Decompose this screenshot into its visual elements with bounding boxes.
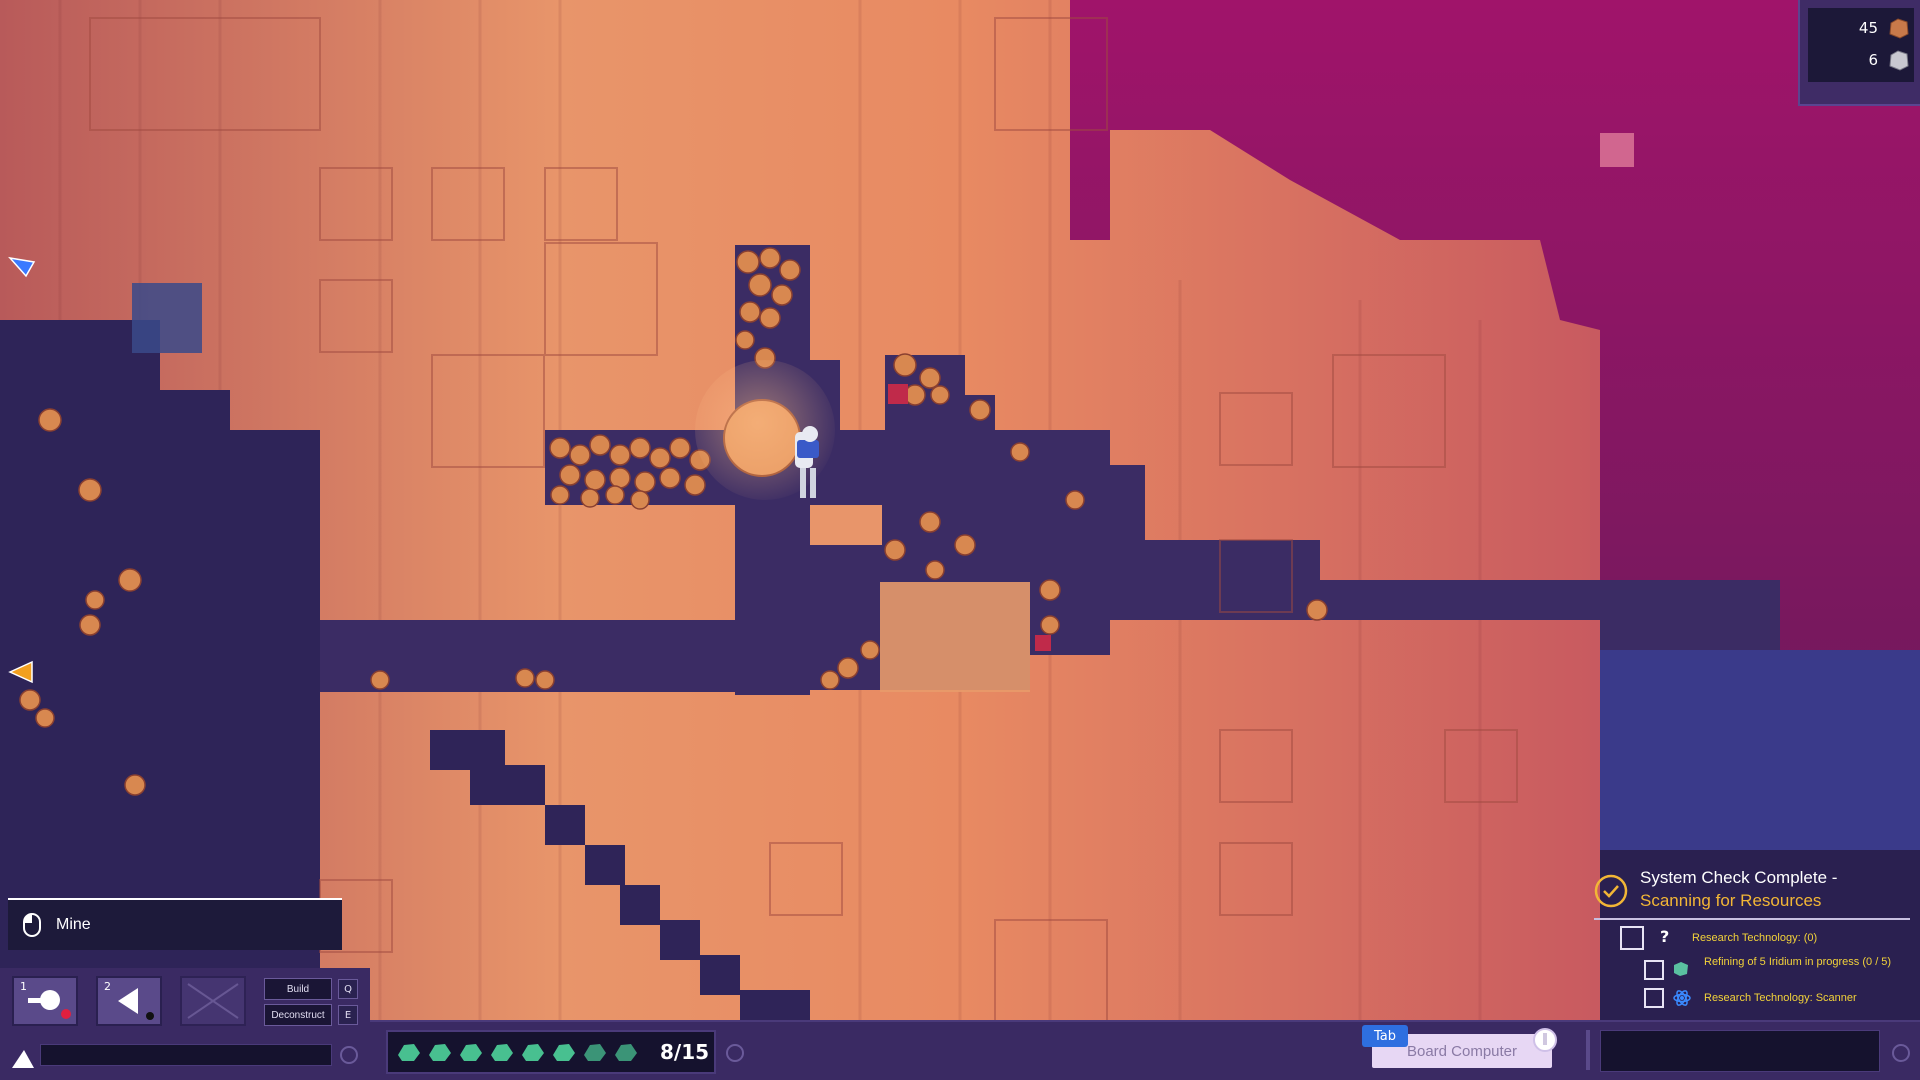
action-hint-label: Mine xyxy=(56,916,91,933)
resource-count: 6 xyxy=(1868,51,1878,69)
check-circle-icon xyxy=(1594,874,1628,908)
objective-divider xyxy=(1594,918,1910,920)
health-gem-icon xyxy=(491,1044,513,1061)
health-gem-icon xyxy=(615,1044,637,1061)
health-knob-icon xyxy=(726,1044,744,1062)
question-icon: ? xyxy=(1660,927,1670,946)
status-slot xyxy=(1600,1030,1880,1072)
toolbar-slot-empty[interactable] xyxy=(180,976,246,1026)
objective-item-text: Research Technology: (0) xyxy=(1692,932,1818,944)
objective-checkbox[interactable] xyxy=(1644,988,1664,1008)
action-hint-panel: Mine xyxy=(8,898,342,950)
atom-icon xyxy=(1673,990,1691,1006)
health-gem-icon xyxy=(429,1044,451,1061)
game-viewport[interactable]: 45 6 Mine 1 2 Build Q Deconstruct E 8/15… xyxy=(0,0,1920,1080)
health-gem-icon xyxy=(584,1044,606,1061)
health-gem-icon xyxy=(460,1044,482,1061)
energy-bar xyxy=(40,1044,332,1066)
deconstruct-key: E xyxy=(338,1005,358,1025)
objective-item-text: Refining of 5 Iridium in progress (0 / 5… xyxy=(1704,956,1892,968)
objective-checkbox[interactable] xyxy=(1620,926,1644,950)
empty-slot-icon xyxy=(187,983,239,1019)
resource-iron-row: 6 xyxy=(1808,46,1914,74)
status-knob-icon[interactable] xyxy=(1892,1044,1910,1062)
resource-counter-panel: 45 6 xyxy=(1798,0,1920,106)
sparkle-resource[interactable] xyxy=(1600,133,1634,167)
objective-title: System Check Complete - xyxy=(1640,868,1838,887)
slot-number: 1 xyxy=(20,980,27,993)
info-icon[interactable] xyxy=(1532,1027,1558,1053)
health-gem-icon xyxy=(398,1044,420,1061)
slot-number: 2 xyxy=(104,980,111,993)
toolbar-slot-drill[interactable]: 1 xyxy=(12,976,78,1026)
toolbar-slot-scanner[interactable]: 2 xyxy=(96,976,162,1026)
resource-count: 45 xyxy=(1858,19,1878,37)
health-bar: 8/15 xyxy=(386,1030,716,1074)
jetpack-icon xyxy=(12,1050,34,1068)
build-button[interactable]: Build xyxy=(264,978,332,1000)
health-gem-icon xyxy=(522,1044,544,1061)
copper-ore-icon xyxy=(1889,18,1909,39)
build-key: Q xyxy=(338,979,358,999)
objective-subtitle: Scanning for Resources xyxy=(1640,891,1822,910)
tab-key-badge: Tab xyxy=(1362,1025,1408,1047)
objectives-panel: System Check Complete - Scanning for Res… xyxy=(1594,864,1910,1014)
settings-knob-icon[interactable] xyxy=(340,1046,358,1064)
mouse-left-click-icon xyxy=(23,913,41,937)
health-gems xyxy=(396,1041,644,1063)
divider xyxy=(1586,1030,1590,1070)
iron-ore-icon xyxy=(1889,50,1909,71)
deconstruct-button[interactable]: Deconstruct xyxy=(264,1004,332,1026)
objective-item-text: Research Technology: Scanner xyxy=(1704,992,1857,1004)
health-count: 8/15 xyxy=(660,1040,710,1064)
resource-copper-row: 45 xyxy=(1808,14,1914,42)
board-computer-label: Board Computer xyxy=(1406,1042,1518,1060)
iridium-icon xyxy=(1674,962,1688,976)
health-gem-icon xyxy=(553,1044,575,1061)
objective-checkbox[interactable] xyxy=(1644,960,1664,980)
blue-rock-region xyxy=(1600,650,1920,850)
